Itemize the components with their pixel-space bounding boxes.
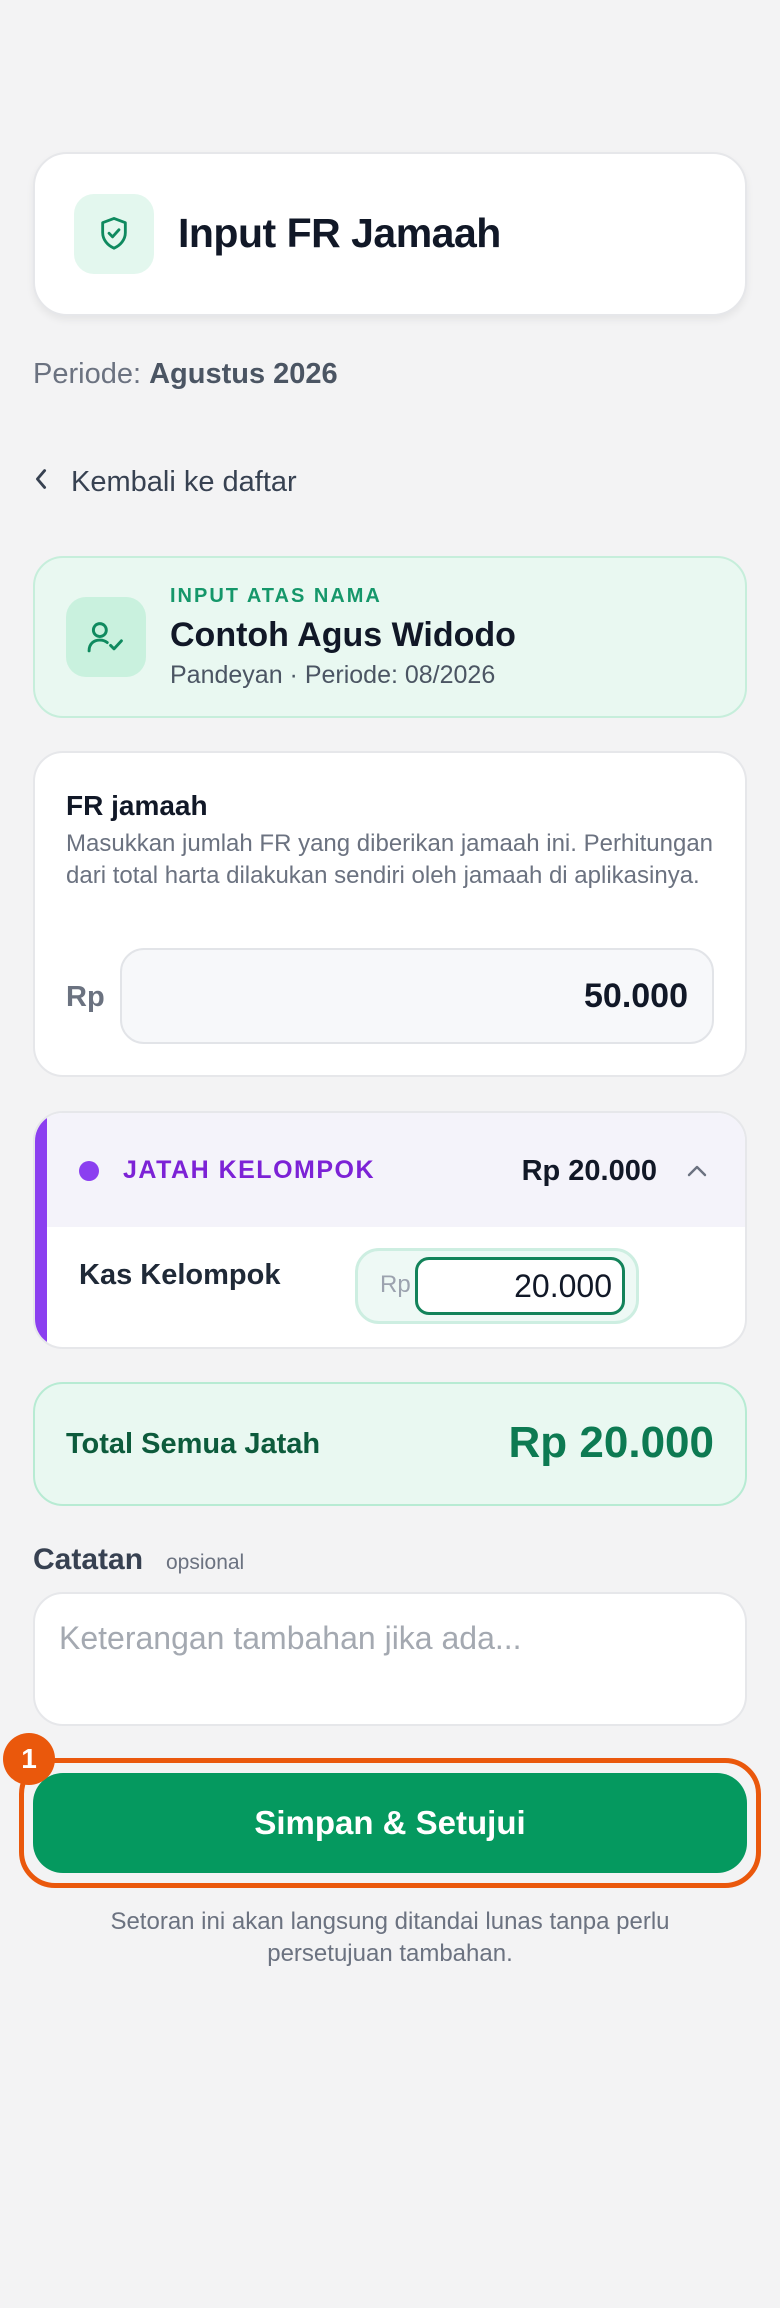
total-value: Rp 20.000	[508, 1418, 714, 1467]
user-check-icon	[66, 597, 146, 677]
fr-amount-input[interactable]: 50.000	[120, 948, 714, 1044]
fr-jamaah-title: FR jamaah	[66, 790, 208, 821]
back-to-list-link[interactable]: Kembali ke daftar	[33, 462, 297, 502]
jatah-kelompok-total: Rp 20.000	[521, 1155, 657, 1187]
jamaah-subtitle: Pandeyan · Periode: 08/2026	[170, 661, 496, 689]
shield-check-icon	[74, 194, 154, 274]
page-title: Input FR Jamaah	[178, 210, 501, 256]
kas-currency-label: Rp	[380, 1271, 411, 1298]
jatah-dot-icon	[79, 1161, 99, 1181]
periode-info: Periode: Agustus 2026	[33, 358, 338, 391]
atas-nama-kicker: INPUT ATAS NAMA	[170, 585, 382, 607]
save-approve-button[interactable]: Simpan & Setujui	[33, 1773, 747, 1873]
jatah-kelompok-label: JATAH KELOMPOK	[123, 1156, 376, 1184]
jamaah-name: Contoh Agus Widodo	[170, 616, 516, 654]
chevron-left-icon	[33, 466, 49, 499]
chevron-up-icon[interactable]	[683, 1157, 711, 1185]
step-badge: 1	[3, 1733, 55, 1785]
kas-kelompok-field: Rp 20.000	[355, 1248, 639, 1324]
fr-jamaah-description: Masukkan jumlah FR yang diberikan jamaah…	[66, 830, 714, 889]
total-label: Total Semua Jatah	[66, 1428, 321, 1460]
back-link-label: Kembali ke daftar	[71, 465, 297, 498]
periode-label: Periode:	[33, 358, 142, 390]
catatan-label: Catatan	[33, 1543, 144, 1576]
catatan-optional-hint: opsional	[166, 1551, 245, 1574]
periode-value: Agustus 2026	[149, 358, 338, 390]
save-note: Setoran ini akan langsung ditandai lunas…	[110, 1908, 670, 1967]
jatah-kelompok-card: JATAH KELOMPOK Rp 20.000 Kas Kelompok Rp…	[33, 1111, 747, 1349]
catatan-textarea[interactable]: Keterangan tambahan jika ada...	[33, 1592, 747, 1726]
kas-kelompok-input[interactable]: 20.000	[415, 1257, 625, 1315]
jatah-accent-bar	[35, 1113, 47, 1347]
fr-currency-label: Rp	[66, 981, 105, 1013]
kas-kelompok-label: Kas Kelompok	[79, 1259, 281, 1291]
